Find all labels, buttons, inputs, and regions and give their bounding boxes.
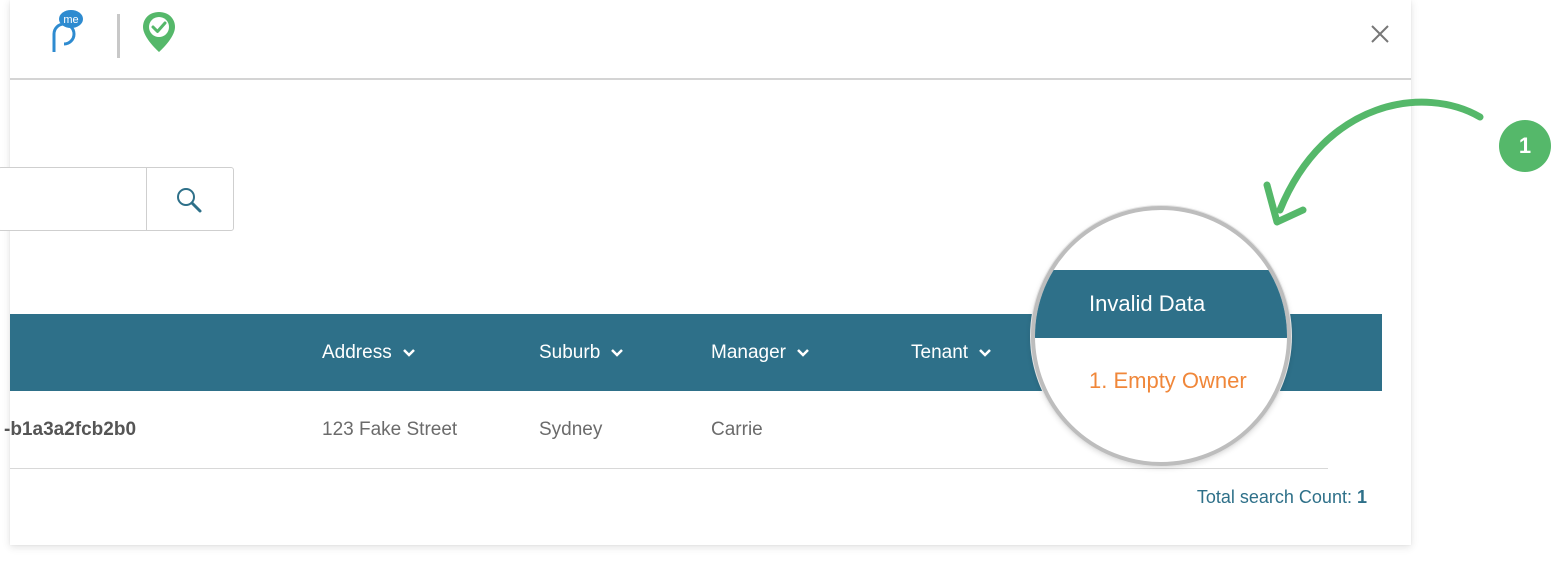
logo-separator (117, 14, 120, 58)
chevron-down-icon (797, 349, 809, 357)
column-label: Address (322, 342, 392, 363)
callout-arrow-icon (1263, 98, 1484, 226)
column-label: Tenant (911, 342, 969, 363)
chevron-down-icon (611, 349, 624, 357)
invalid-data-label: Invalid Data (1089, 291, 1206, 316)
column-header-address[interactable]: Address (322, 314, 416, 391)
column-label: Suburb (539, 342, 601, 363)
invalid-data-column-header: Invalid Data (1035, 270, 1287, 338)
column-header-tenant[interactable]: Tenant (911, 314, 992, 391)
close-icon[interactable] (1368, 22, 1392, 46)
search-button[interactable] (146, 167, 234, 231)
chevron-down-icon (979, 349, 991, 357)
column-header-suburb[interactable]: Suburb (539, 314, 624, 391)
cell-manager: Carrie (711, 419, 763, 440)
chevron-down-icon (402, 349, 415, 357)
column-label: Manager (711, 342, 786, 363)
modal-header: me (10, 0, 1411, 80)
total-label: Total search Count: (1196, 487, 1352, 507)
step-badge: 1 (1499, 120, 1551, 172)
magnified-callout: Invalid Data 1. Empty Owner (1031, 206, 1291, 466)
total-value: 1 (1356, 487, 1367, 507)
total-search-count: Total search Count: 1 (1197, 487, 1367, 508)
invalid-data-item: 1. Empty Owner (1089, 368, 1247, 393)
cell-suburb: Sydney (539, 419, 603, 440)
search-input[interactable] (0, 167, 146, 231)
column-header-manager[interactable]: Manager (711, 314, 810, 391)
cell-id: -b1a3a2fcb2b0 (4, 419, 137, 440)
cell-address: 123 Fake Street (322, 419, 458, 440)
logo-badge-text: me (63, 14, 78, 26)
verified-pin-icon (143, 12, 175, 52)
search-icon (177, 188, 202, 213)
propertyme-logo: me (52, 10, 83, 52)
